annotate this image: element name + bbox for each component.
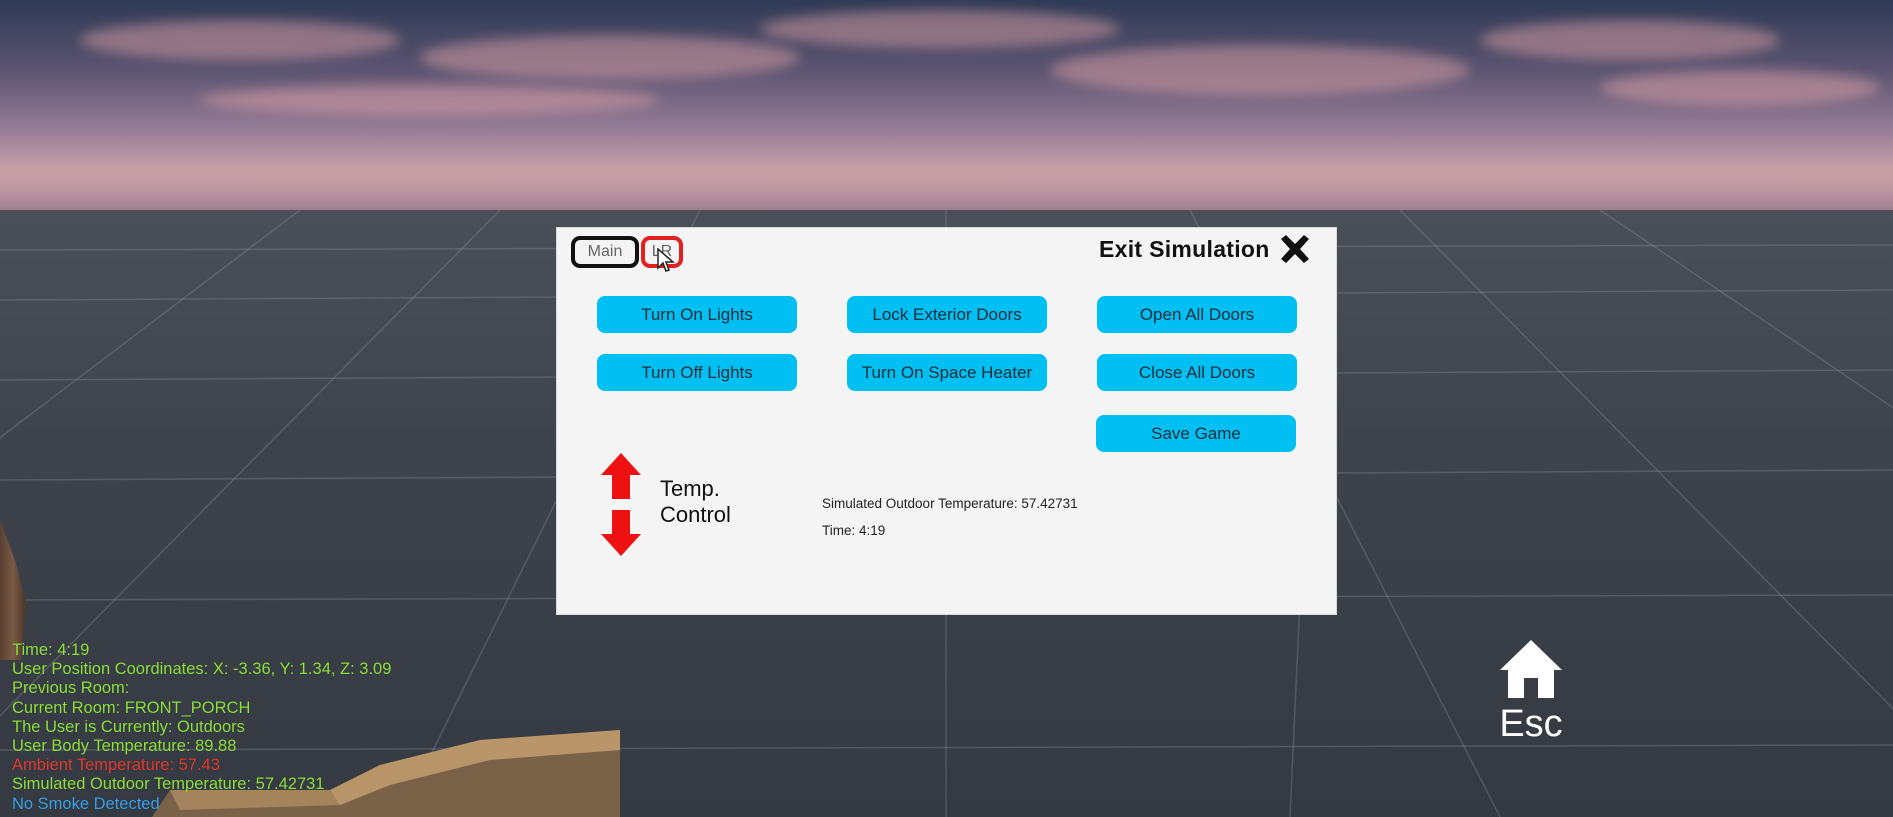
hud-user-status: The User is Currently: Outdoors [12, 717, 245, 736]
close-all-doors-button[interactable]: Close All Doors [1097, 354, 1297, 391]
mouse-cursor-icon [657, 248, 675, 272]
hud-status: Time: 4:19 User Position Coordinates: X:… [12, 641, 391, 814]
hud-previous-room: Previous Room: [12, 679, 130, 698]
time-readout: Time: 4:19 [822, 523, 886, 538]
hud-position: User Position Coordinates: X: -3.36, Y: … [12, 660, 392, 679]
esc-label: Esc [1499, 703, 1563, 745]
save-game-button[interactable]: Save Game [1096, 415, 1296, 452]
esc-home-button[interactable]: Esc [1496, 638, 1566, 744]
hud-smoke-status: No Smoke Detected [12, 794, 160, 813]
hud-time: Time: 4:19 [12, 641, 90, 659]
turn-on-space-heater-button[interactable]: Turn On Space Heater [847, 354, 1047, 391]
hud-body-temperature: User Body Temperature: 89.88 [12, 737, 237, 756]
exit-simulation-button[interactable]: Exit Simulation [1099, 234, 1312, 264]
turn-on-lights-button[interactable]: Turn On Lights [597, 296, 797, 333]
hud-outdoor-temperature: Simulated Outdoor Temperature: 57.42731 [12, 775, 325, 794]
turn-off-lights-button[interactable]: Turn Off Lights [597, 354, 797, 391]
outdoor-temperature-readout: Simulated Outdoor Temperature: 57.42731 [822, 496, 1078, 511]
arrow-up-icon[interactable] [601, 453, 641, 499]
tab-main-label: Main [587, 243, 623, 260]
temp-control-label: Temp. Control [660, 476, 731, 528]
open-all-doors-button[interactable]: Open All Doors [1097, 296, 1297, 333]
tab-main[interactable]: Main [571, 236, 639, 268]
temp-control-line1: Temp. [660, 476, 720, 501]
hud-ambient-temperature: Ambient Temperature: 57.43 [12, 756, 220, 775]
hud-current-room: Current Room: FRONT_PORCH [12, 698, 251, 717]
home-icon [1500, 640, 1562, 698]
control-panel: Main LR Exit Simulation Turn On Lights L… [556, 227, 1337, 615]
exit-simulation-label: Exit Simulation [1099, 235, 1270, 262]
lock-exterior-doors-button[interactable]: Lock Exterior Doors [847, 296, 1047, 333]
close-x-icon [1280, 235, 1309, 263]
temp-control-line2: Control [660, 502, 731, 527]
arrow-down-icon[interactable] [601, 510, 641, 556]
